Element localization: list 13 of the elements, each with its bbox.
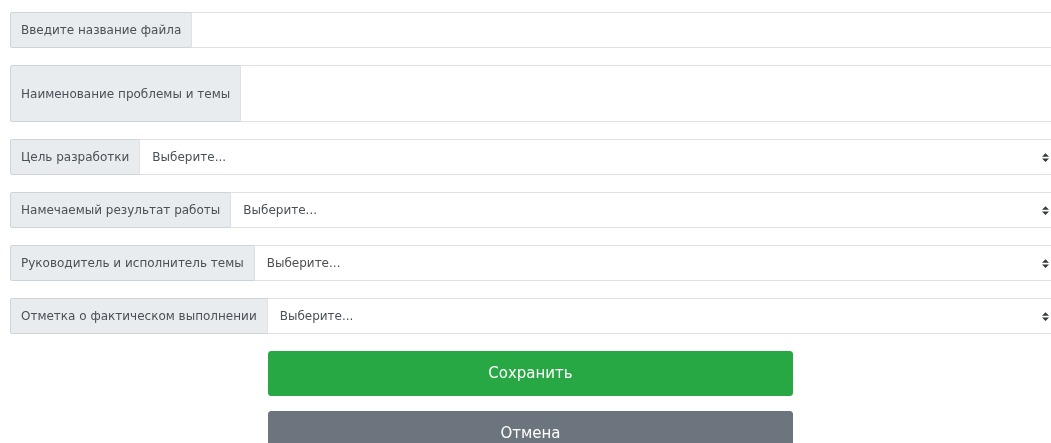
select-dropdown[interactable]: Выберите... (230, 192, 1051, 228)
field-label: Руководитель и исполнитель темы (10, 245, 255, 281)
field-label: Отметка о фактическом выполнении (10, 298, 268, 334)
text-area[interactable] (240, 65, 1051, 122)
input-field[interactable] (191, 12, 1051, 48)
field-label: Намечаемый результат работы (10, 192, 232, 228)
cancel-button[interactable]: Отмена (268, 411, 793, 443)
field-label: Цель разработки (10, 139, 141, 175)
select-dropdown[interactable]: Выберите... (139, 139, 1051, 175)
select-dropdown[interactable]: Выберите... (266, 298, 1051, 334)
field-label: Введите название файла (10, 12, 193, 48)
field-label: Наименование проблемы и темы (10, 65, 242, 122)
select-dropdown[interactable]: Выберите... (253, 245, 1051, 281)
